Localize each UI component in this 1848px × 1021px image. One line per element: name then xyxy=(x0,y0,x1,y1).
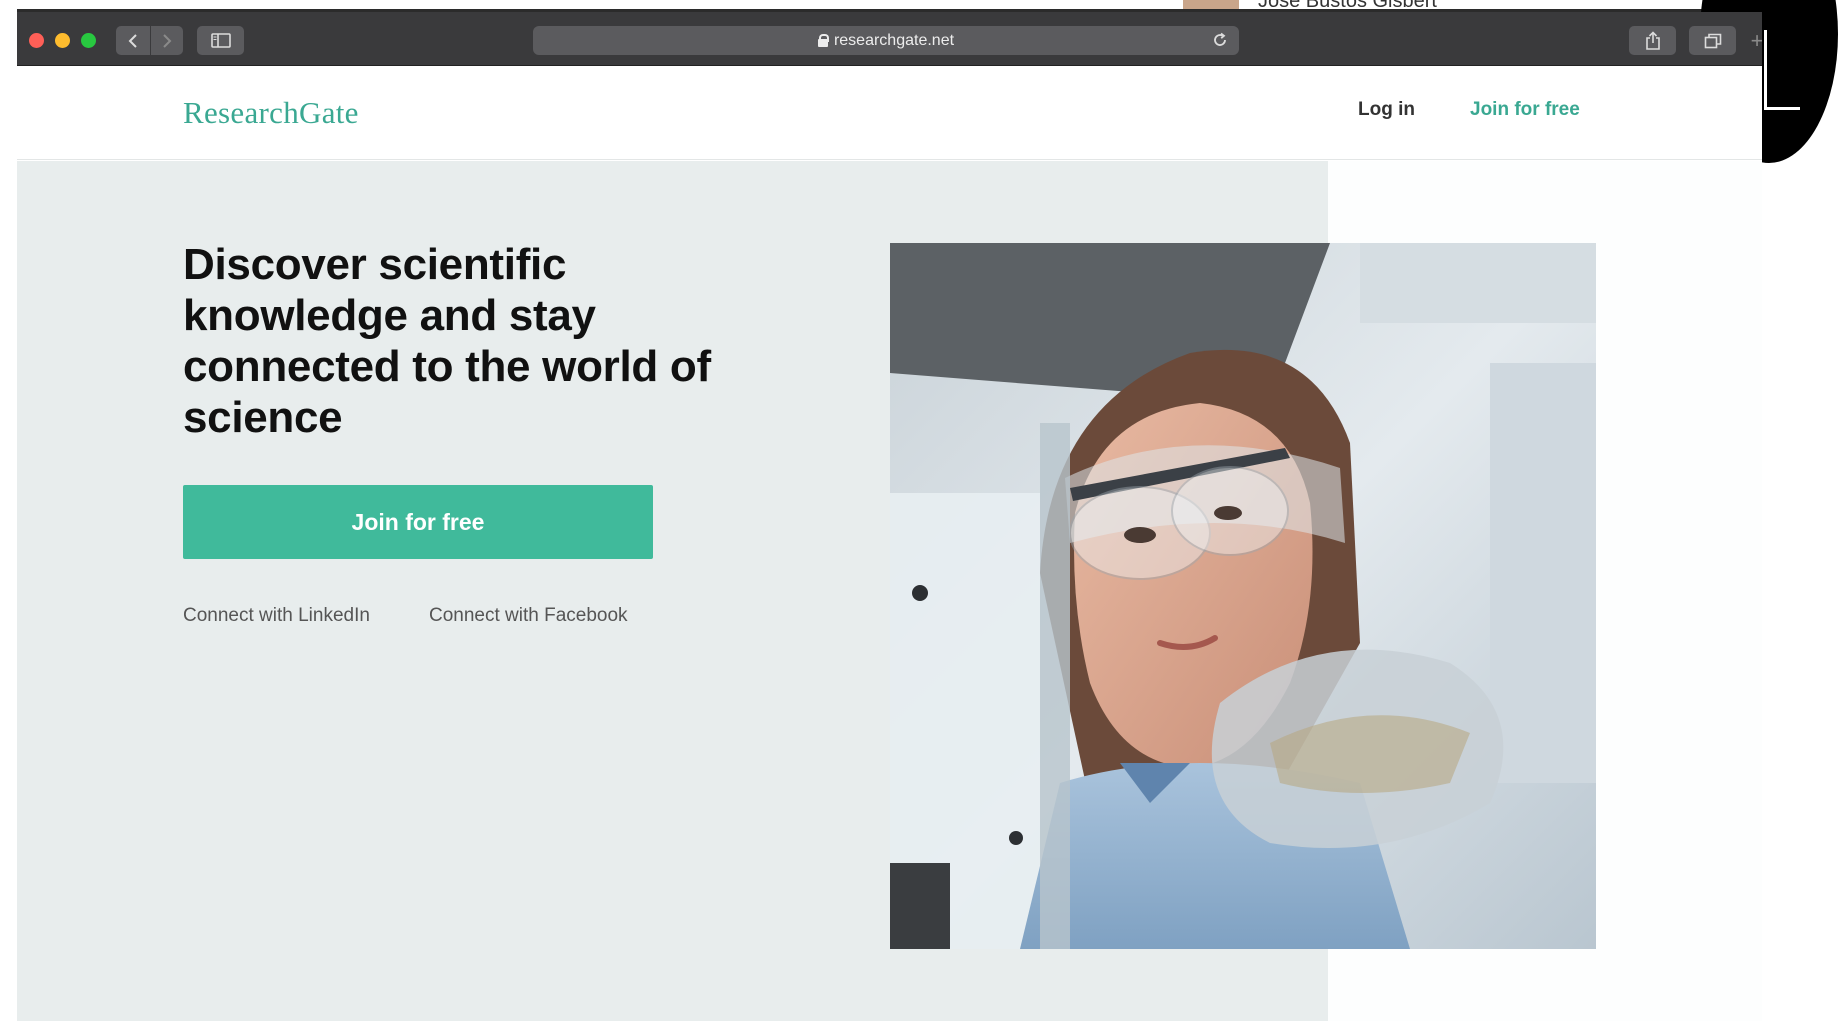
minimize-window-button[interactable] xyxy=(55,33,70,48)
close-window-button[interactable] xyxy=(29,33,44,48)
join-link[interactable]: Join for free xyxy=(1470,99,1580,121)
sidebar-toggle-button[interactable] xyxy=(197,26,244,55)
address-bar[interactable]: researchgate.net xyxy=(533,26,1239,55)
overlay-mark xyxy=(1764,30,1800,110)
forward-button[interactable] xyxy=(149,26,183,55)
plus-icon: + xyxy=(1750,28,1762,53)
login-link[interactable]: Log in xyxy=(1358,99,1415,121)
sidebar-icon xyxy=(210,33,231,48)
site-header: ResearchGate Log in Join for free xyxy=(17,67,1762,160)
scientist-illustration xyxy=(890,243,1596,949)
maximize-window-button[interactable] xyxy=(81,33,96,48)
hero-headline: Discover scientific knowledge and stay c… xyxy=(183,240,711,442)
share-icon xyxy=(1645,30,1660,50)
navigation-buttons xyxy=(116,26,183,55)
join-for-free-button[interactable]: Join for free xyxy=(183,485,653,559)
browser-window: researchgate.net + ResearchGate Log in J… xyxy=(17,12,1762,1021)
browser-toolbar: researchgate.net + xyxy=(17,12,1762,66)
back-button[interactable] xyxy=(117,26,150,55)
chevron-left-icon xyxy=(128,33,137,48)
new-tab-button[interactable]: + xyxy=(1745,30,1762,54)
researchgate-logo[interactable]: ResearchGate xyxy=(183,95,359,131)
share-button[interactable] xyxy=(1629,26,1676,55)
connect-linkedin-link[interactable]: Connect with LinkedIn xyxy=(183,605,370,627)
tabs-overview-button[interactable] xyxy=(1689,26,1736,55)
lock-icon xyxy=(817,34,829,47)
tabs-icon xyxy=(1704,33,1721,48)
connect-facebook-link[interactable]: Connect with Facebook xyxy=(429,605,628,627)
chevron-right-icon xyxy=(162,33,171,48)
reload-icon[interactable] xyxy=(1211,31,1229,49)
url-text: researchgate.net xyxy=(833,31,955,49)
web-page: ResearchGate Log in Join for free Discov… xyxy=(17,67,1762,1021)
scientist-photo xyxy=(890,243,1596,949)
screen-top-strip: Jose Bustos Gisbert xyxy=(0,0,1848,12)
